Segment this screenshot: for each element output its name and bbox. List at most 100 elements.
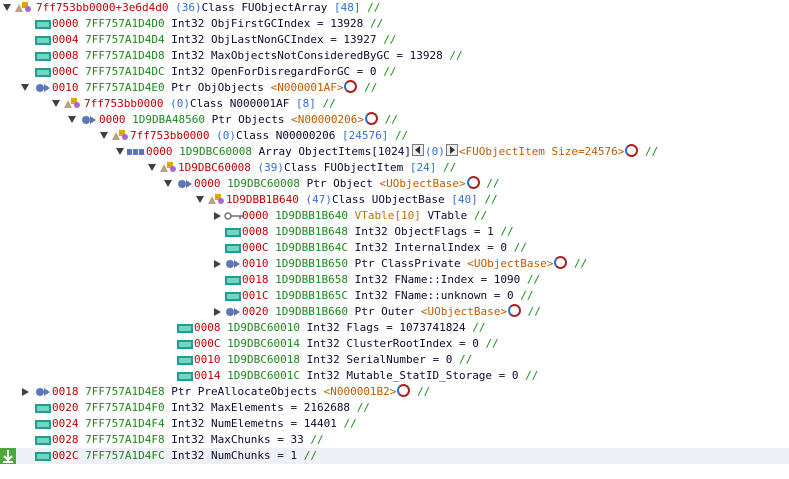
collapse-arrow-icon[interactable] — [164, 180, 172, 187]
tree-row-field[interactable]: 0018 1D9DBB1B658 Int32 FName::Index = 10… — [0, 272, 789, 288]
tree-row-vtable[interactable]: 0000 1D9DBB1B640 VTable[10] VTable // — [0, 208, 789, 224]
field-type: Int32 — [171, 17, 205, 30]
field-offset: 0000 — [52, 17, 79, 30]
field-name: Object — [333, 177, 373, 190]
tree-row-pointer[interactable]: 0020 1D9DBB1B660 Ptr Outer <UObjectBase>… — [0, 304, 789, 320]
sync-icon[interactable] — [466, 176, 480, 189]
tree-row-class[interactable]: 1D9DBC60008 (39)Class FUObjectItem [24] … — [0, 160, 789, 176]
tree-row-field[interactable]: 0008 7FF757A1D4D8 Int32 MaxObjectsNotCon… — [0, 48, 789, 64]
class-icon — [15, 2, 31, 12]
pointer-type-icon — [36, 388, 50, 396]
tree-row-field[interactable]: 000C 1D9DBB1B64C Int32 InternalIndex = 0… — [0, 240, 789, 256]
collapse-arrow-icon[interactable] — [100, 132, 108, 139]
previous-index-button[interactable] — [411, 144, 424, 156]
comment: // — [394, 129, 409, 142]
class-count: (47) — [305, 193, 332, 206]
collapse-arrow-icon[interactable] — [116, 148, 124, 155]
tree-row-pointer[interactable]: 0000 1D9DBA48560 Ptr Objects <N00000206>… — [0, 112, 789, 128]
comment: // — [458, 353, 473, 366]
sync-icon[interactable] — [507, 304, 521, 317]
tree-row-class[interactable]: 1D9DBB1B640 (47)Class UObjectBase [40] /… — [0, 192, 789, 208]
tree-row-field[interactable]: 0008 1D9DBC60010 Int32 Flags = 107374182… — [0, 320, 789, 336]
tree-row-field[interactable]: 0020 7FF757A1D4F0 Int32 MaxElements = 21… — [0, 400, 789, 416]
field-name: ObjFirstGCIndex = 13928 — [210, 17, 364, 30]
field-type: Int32 — [306, 321, 340, 334]
pointer-type-icon — [178, 180, 192, 188]
class-icon — [160, 162, 176, 172]
tree-row-field[interactable]: 000C 1D9DBC60014 Int32 ClusterRootIndex … — [0, 336, 789, 352]
expand-arrow-icon[interactable] — [22, 388, 29, 396]
field-offset: 0024 — [52, 417, 79, 430]
tree-row-field[interactable]: 001C 1D9DBB1B65C Int32 FName::unknown = … — [0, 288, 789, 304]
field-address: 7FF757A1D4F4 — [85, 417, 165, 430]
next-index-button[interactable] — [445, 144, 458, 156]
int32-type-icon — [225, 276, 241, 285]
field-offset: 0010 — [52, 81, 79, 94]
class-address: 1D9DBB1B640 — [226, 193, 299, 206]
collapse-arrow-icon[interactable] — [52, 100, 60, 107]
tree-row-field-selected[interactable]: 002C 7FF757A1D4FC Int32 NumChunks = 1 // — [0, 448, 789, 464]
sync-icon[interactable] — [344, 80, 358, 93]
field-address: 1D9DBC60008 — [227, 177, 300, 190]
field-type: Int32 — [171, 65, 205, 78]
class-title: Class FUObjectArray — [201, 1, 328, 14]
sync-icon[interactable] — [364, 112, 378, 125]
tree-row-field[interactable]: 0028 7FF757A1D4F8 Int32 MaxChunks = 33 /… — [0, 432, 789, 448]
comment: // — [417, 385, 431, 398]
class-title: Class N000001AF — [189, 97, 290, 110]
field-offset: 0014 — [194, 369, 221, 382]
field-address: 1D9DBC60014 — [227, 337, 300, 350]
tree-row-pointer[interactable]: 0018 7FF757A1D4E8 Ptr PreAllocateObjects… — [0, 384, 789, 400]
class-title: Class UObjectBase — [331, 193, 445, 206]
comment: // — [367, 1, 381, 14]
expand-arrow-icon[interactable] — [214, 260, 221, 268]
tree-row-field[interactable]: 000C 7FF757A1D4DC Int32 OpenForDisregard… — [0, 64, 789, 80]
field-offset: 0010 — [242, 257, 269, 270]
field-name: NumElemetns = 14401 — [210, 417, 337, 430]
tree-row-pointer[interactable]: 0010 7FF757A1D4E0 Ptr ObjObjects <N00000… — [0, 80, 789, 96]
comment: // — [526, 273, 541, 286]
comment: // — [383, 33, 397, 46]
int32-type-icon — [225, 292, 241, 301]
field-address: 7FF757A1D4D8 — [85, 49, 165, 62]
tree-row-array[interactable]: 0000 1D9DBC60008 Array ObjectItems[1024]… — [0, 144, 789, 160]
collapse-arrow-icon[interactable] — [148, 164, 156, 171]
tree-row-field[interactable]: 0000 7FF757A1D4D0 Int32 ObjFirstGCIndex … — [0, 16, 789, 32]
sync-icon[interactable] — [554, 256, 568, 269]
tree-row-field[interactable]: 0004 7FF757A1D4D4 Int32 ObjLastNonGCInde… — [0, 32, 789, 48]
int32-type-icon — [35, 436, 51, 445]
field-name: OpenForDisregardForGC = 0 — [210, 65, 377, 78]
sync-icon[interactable] — [397, 384, 411, 397]
class-address: 7ff753bb0000 — [130, 129, 210, 142]
field-type: Int32 — [171, 449, 205, 462]
tree-row-pointer[interactable]: 0010 1D9DBB1B650 Ptr ClassPrivate <UObje… — [0, 256, 789, 272]
collapse-arrow-icon[interactable] — [68, 116, 76, 123]
field-type: Ptr — [171, 385, 192, 398]
field-type: Int32 — [306, 369, 340, 382]
tree-row-class[interactable]: 7ff753bb0000 (0)Class N000001AF [8] // — [0, 96, 789, 112]
field-type: Int32 — [171, 401, 205, 414]
tree-row-class[interactable]: 7ff753bb0000 (0)Class N00000206 [24576] … — [0, 128, 789, 144]
expand-arrow-icon[interactable] — [214, 212, 221, 220]
tree-row-field[interactable]: 0008 1D9DBB1B648 Int32 ObjectFlags = 1 /… — [0, 224, 789, 240]
tree-row-field[interactable]: 0010 1D9DBC60018 Int32 SerialNumber = 0 … — [0, 352, 789, 368]
expand-arrow-icon[interactable] — [214, 308, 221, 316]
tree-row-pointer[interactable]: 0000 1D9DBC60008 Ptr Object <UObjectBase… — [0, 176, 789, 192]
field-type: Int32 — [306, 353, 340, 366]
field-type: Ptr — [354, 257, 375, 270]
field-address: 7FF757A1D4DC — [85, 65, 165, 78]
tree-row-class-fuobjectarray[interactable]: 7ff753bb0000+3e6d4d0 (36)Class FUObjectA… — [0, 0, 789, 16]
collapse-arrow-icon[interactable] — [21, 84, 29, 91]
pointer-type-icon — [36, 84, 50, 92]
field-name: ClassPrivate — [381, 257, 461, 270]
collapse-arrow-icon[interactable] — [196, 196, 204, 203]
field-address: 1D9DBB1B658 — [275, 273, 348, 286]
tree-row-field[interactable]: 0014 1D9DBC6001C Int32 Mutable_StatID_St… — [0, 368, 789, 384]
pointer-target: <N000001AF> — [270, 81, 344, 94]
field-address: 1D9DBB1B648 — [275, 225, 348, 238]
field-type: Int32 — [354, 241, 388, 254]
collapse-arrow-icon[interactable] — [3, 4, 11, 11]
tree-row-field[interactable]: 0024 7FF757A1D4F4 Int32 NumElemetns = 14… — [0, 416, 789, 432]
comment: // — [525, 369, 539, 382]
sync-icon[interactable] — [625, 144, 639, 157]
